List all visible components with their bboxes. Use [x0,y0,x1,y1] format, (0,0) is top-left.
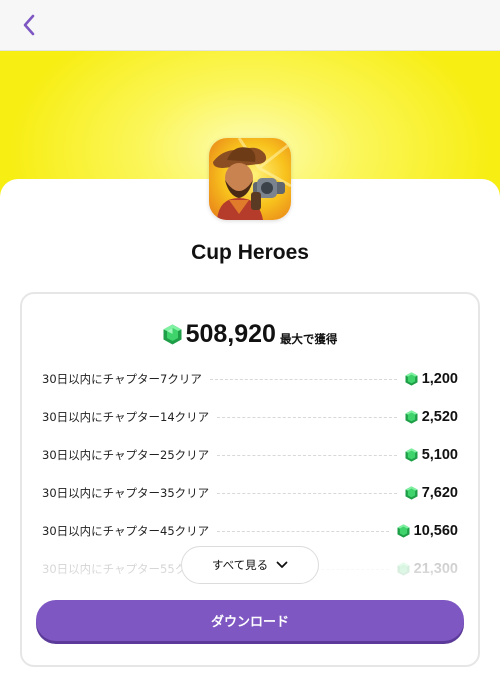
chevron-left-icon [23,14,35,36]
see-all-button[interactable]: すべて見る [181,546,319,584]
leader-line [217,492,397,494]
reward-row: 30日以内にチャプター35クリア 7,620 [42,474,458,512]
total-reward: 508,920 最大で獲得 [0,320,500,349]
reward-amount-text: 7,620 [421,485,458,501]
emerald-gem-icon [397,562,410,576]
see-all-label: すべて見る [211,558,269,572]
chevron-down-icon [276,561,288,569]
reward-condition: 30日以内にチャプター25クリア [42,448,210,462]
emerald-gem-icon [163,324,182,345]
top-nav-bar [0,0,500,51]
emerald-gem-icon [405,410,418,424]
reward-amount: 21,300 [397,561,458,577]
reward-condition: 30日以内にチャプター14クリア [42,410,210,424]
reward-row: 30日以内にチャプター14クリア 2,520 [42,398,458,436]
leader-line [217,530,389,532]
reward-amount: 10,560 [397,523,458,539]
reward-row: 30日以内にチャプター45クリア 10,560 [42,512,458,550]
total-reward-suffix: 最大で獲得 [279,331,338,346]
emerald-gem-icon [405,448,418,462]
reward-row: 30日以内にチャプター25クリア 5,100 [42,436,458,474]
download-label: ダウンロード [210,615,289,630]
reward-amount-text: 2,520 [421,409,458,425]
app-title: Cup Heroes [191,241,309,264]
reward-amount-text: 10,560 [413,523,458,539]
app-icon [209,138,291,220]
reward-amount-text: 5,100 [421,447,458,463]
reward-condition: 30日以内にチャプター35クリア [42,486,210,500]
reward-amount: 2,520 [405,409,458,425]
reward-amount-text: 1,200 [421,371,458,387]
reward-amount: 5,100 [405,447,458,463]
reward-amount-text: 21,300 [413,561,458,577]
leader-line [217,416,397,418]
reward-row: 30日以内にチャプター7クリア 1,200 [42,360,458,398]
reward-condition: 30日以内にチャプター45クリア [42,524,210,538]
leader-line [217,454,397,456]
emerald-gem-icon [405,486,418,500]
emerald-gem-icon [405,372,418,386]
reward-amount: 7,620 [405,485,458,501]
total-reward-amount: 508,920 [185,320,276,348]
reward-amount: 1,200 [405,371,458,387]
back-button[interactable] [14,10,44,40]
download-button[interactable]: ダウンロード [36,600,464,641]
emerald-gem-icon [397,524,410,538]
reward-condition: 30日以内にチャプター7クリア [42,372,202,386]
leader-line [209,378,397,380]
